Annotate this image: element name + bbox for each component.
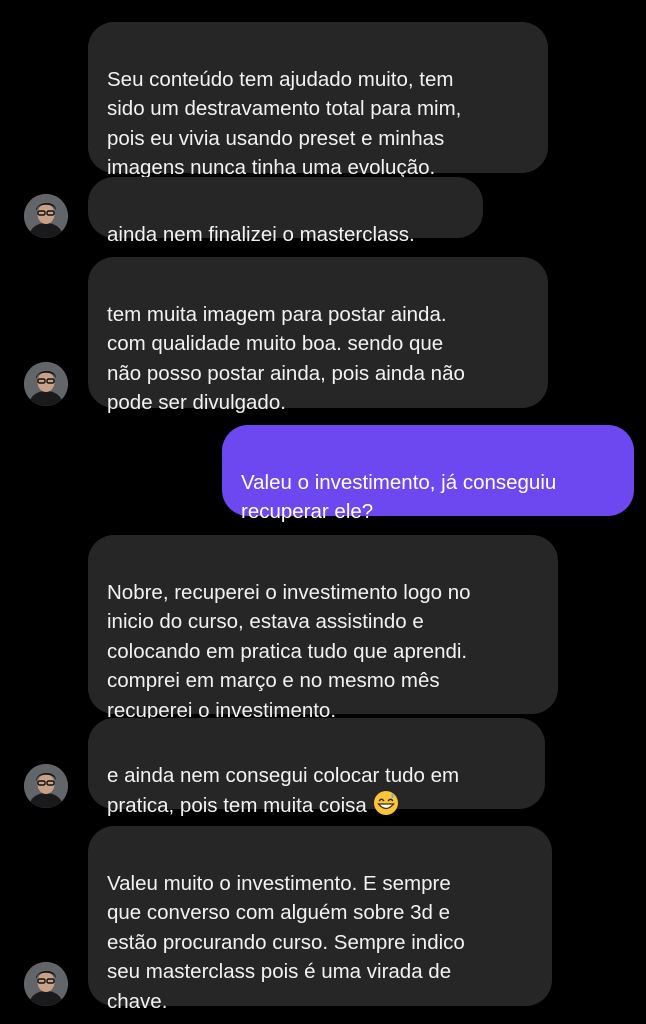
incoming-message[interactable]: tem muita imagem para postar ainda. com … xyxy=(88,257,548,414)
contact-avatar[interactable] xyxy=(24,194,68,238)
outgoing-message[interactable]: Valeu o investimento, já conseguiu recup… xyxy=(222,425,634,523)
incoming-message[interactable]: ainda nem finalizei o masterclass. xyxy=(88,177,483,246)
incoming-message[interactable]: Valeu muito o investimento. E sempre que… xyxy=(88,826,552,1013)
message-text: Valeu o investimento, já conseguiu recup… xyxy=(241,470,557,524)
message-text: Nobre, recuperei o investimento logo no … xyxy=(107,580,471,722)
message-text: Seu conteúdo tem ajudado muito, tem sido… xyxy=(107,67,462,180)
incoming-message[interactable]: e ainda nem consegui colocar tudo em pra… xyxy=(88,718,545,817)
incoming-message[interactable]: Nobre, recuperei o investimento logo no … xyxy=(88,535,558,722)
grinning-sweat-emoji xyxy=(373,790,399,825)
contact-avatar[interactable] xyxy=(24,362,68,406)
incoming-message[interactable]: Seu conteúdo tem ajudado muito, tem sido… xyxy=(88,22,548,179)
message-text: tem muita imagem para postar ainda. com … xyxy=(107,302,465,415)
contact-avatar[interactable] xyxy=(24,962,68,1006)
avatar-photo-icon xyxy=(24,194,68,238)
message-text: ainda nem finalizei o masterclass. xyxy=(107,222,415,246)
avatar-photo-icon xyxy=(24,962,68,1006)
avatar-photo-icon xyxy=(24,362,68,406)
message-text: Valeu muito o investimento. E sempre que… xyxy=(107,871,465,1013)
contact-avatar[interactable] xyxy=(24,764,68,808)
message-text: e ainda nem consegui colocar tudo em pra… xyxy=(107,763,460,818)
avatar-photo-icon xyxy=(24,764,68,808)
